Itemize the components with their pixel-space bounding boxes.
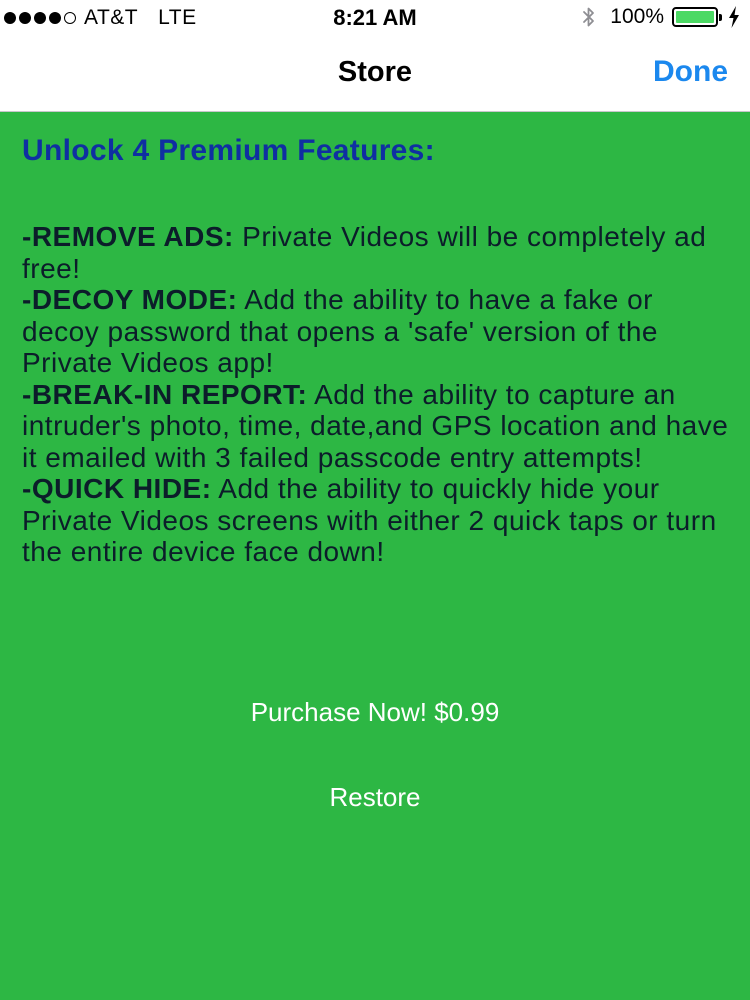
battery-percent: 100% bbox=[610, 5, 664, 28]
feature-decoy-mode: -DECOY MODE: Add the ability to have a f… bbox=[22, 284, 732, 379]
charging-bolt-icon bbox=[729, 6, 739, 28]
feature-remove-ads: -REMOVE ADS: Private Videos will be comp… bbox=[22, 221, 732, 284]
feature-title: -REMOVE ADS: bbox=[22, 221, 234, 252]
feature-quick-hide: -QUICK HIDE: Add the ability to quickly … bbox=[22, 473, 732, 568]
feature-title: -QUICK HIDE: bbox=[22, 473, 212, 504]
status-bar: AT&T LTE 8:21 AM 100% bbox=[0, 0, 750, 36]
purchase-button[interactable]: Purchase Now! $0.99 bbox=[0, 697, 750, 728]
navigation-bar: Store Done bbox=[0, 36, 750, 112]
feature-title: -DECOY MODE: bbox=[22, 284, 238, 315]
feature-list: -REMOVE ADS: Private Videos will be comp… bbox=[22, 221, 732, 568]
feature-title: -BREAK-IN REPORT: bbox=[22, 378, 308, 410]
done-button[interactable]: Done bbox=[653, 55, 728, 89]
status-right: 100% bbox=[582, 5, 740, 29]
features-heading: Unlock 4 Premium Features: bbox=[22, 134, 435, 167]
bluetooth-icon bbox=[583, 7, 595, 27]
battery-icon bbox=[672, 7, 722, 27]
feature-break-in-report: -BREAK-IN REPORT: Add the ability to cap… bbox=[22, 379, 732, 474]
store-content: Unlock 4 Premium Features: -REMOVE ADS: … bbox=[22, 134, 732, 568]
battery-fill bbox=[676, 11, 714, 23]
page-title: Store bbox=[337, 56, 413, 88]
restore-button[interactable]: Restore bbox=[0, 782, 750, 813]
